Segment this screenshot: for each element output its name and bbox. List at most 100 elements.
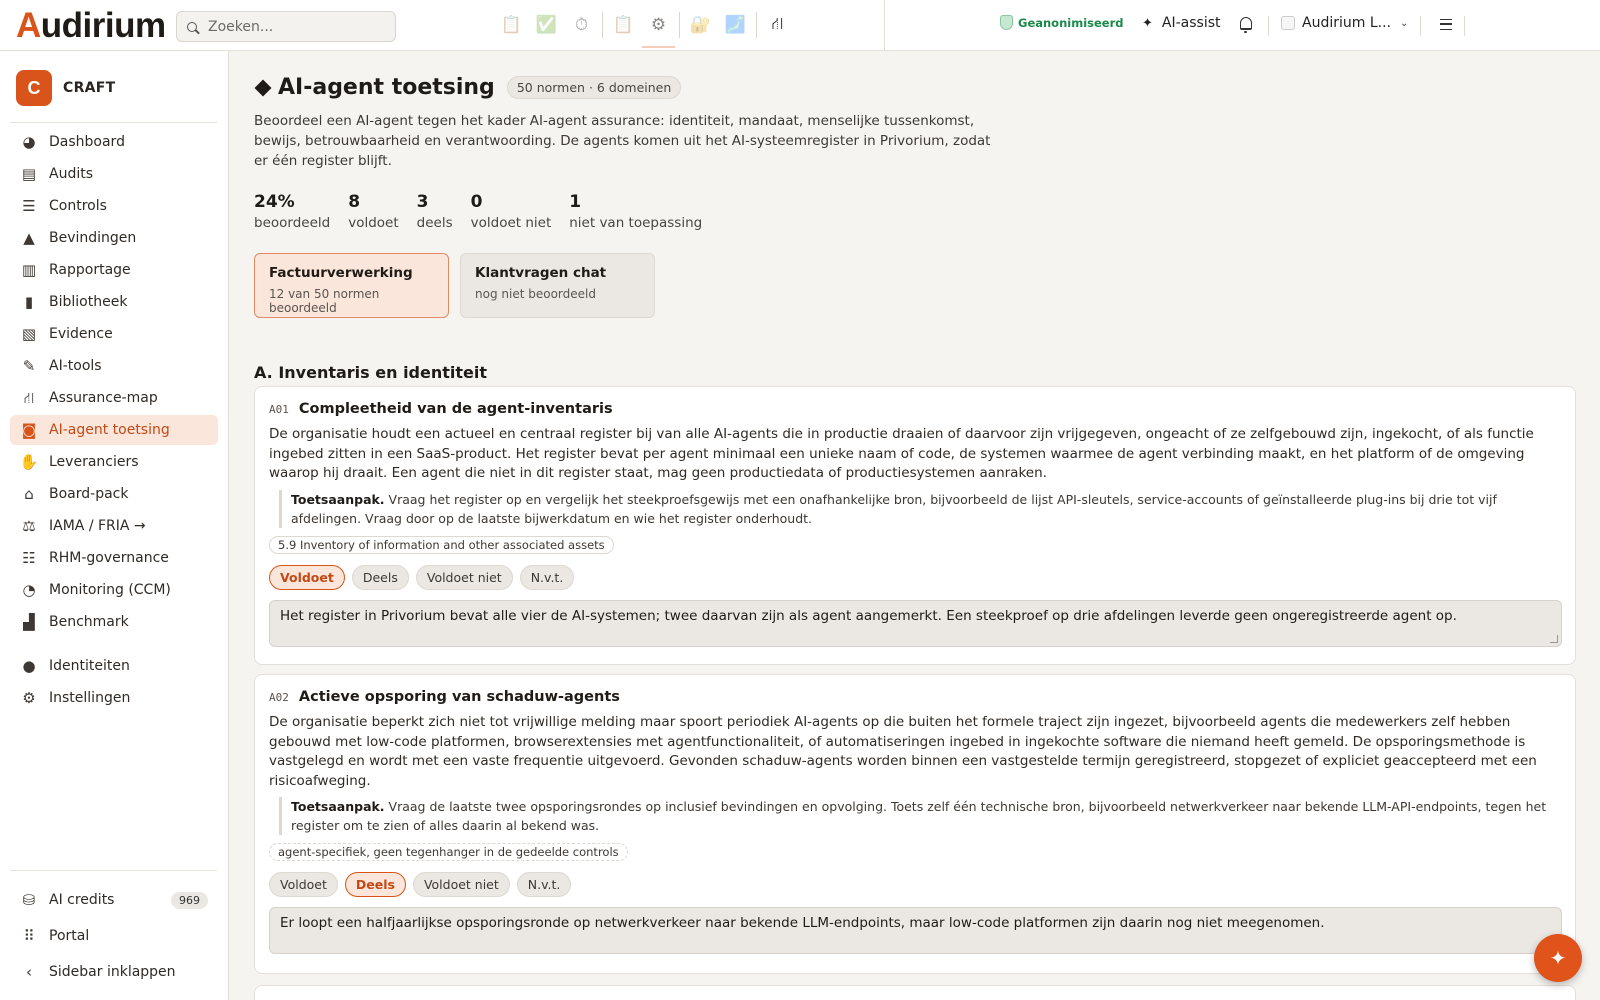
agent-card[interactable]: Klantvragen chat nog niet beoordeeld [460,253,655,318]
gauge-icon: ◔ [22,580,36,599]
verdict-button[interactable]: Voldoet [269,872,338,897]
mode-button[interactable]: ✅ [529,0,564,50]
sidebar-item-controls[interactable]: ☰ Controls [10,191,218,221]
stat-label: voldoet [348,215,399,231]
sidebar-item-bevindingen[interactable]: ▲ Bevindingen [10,223,218,253]
anonymized-status[interactable]: Geanonimiseerd [1000,15,1124,30]
network-icon: ⛙ [23,388,35,407]
norms-count-badge: 50 normen · 6 domeinen [506,76,682,99]
stat-label: beoordeeld [254,215,331,231]
sidebar-item-sidebar-inklappen[interactable]: ‹ Sidebar inklappen [10,955,218,989]
network-icon: ⛙ [771,14,784,34]
assessment-note-field[interactable]: Het register in Privorium bevat alle vie… [269,599,1562,647]
sidebar-item-rhm-governance[interactable]: ☷ RHM-governance [10,543,218,573]
stat-item: 1 niet van toepassing [569,192,702,231]
stopwatch-icon: ⏱ [574,15,589,35]
sidebar-item-instellingen[interactable]: ⚙ Instellingen [10,683,218,713]
sidebar-item-benchmark[interactable]: ▟ Benchmark [10,607,218,637]
assessment-note-field[interactable]: Er loopt een halfjaarlijkse opsporingsro… [269,907,1562,954]
image-icon: 🗾 [724,15,747,35]
sidebar-item-identiteiten[interactable]: ● Identiteiten [10,651,218,681]
bell-icon[interactable] [1240,17,1252,33]
sidebar-item-bibliotheek[interactable]: ▮ Bibliotheek [10,287,218,317]
stat-item: 24% beoordeeld [254,192,330,231]
shield-icon [1000,15,1013,30]
sidebar-item-label: Board-pack [49,486,129,502]
account-label: Audirium L... [1302,15,1391,31]
stat-item: 0 voldoet niet [471,192,552,231]
verdict-button[interactable]: Deels [351,564,409,590]
verdict-button[interactable]: Voldoet [269,564,345,590]
gear-icon: ⚙ [22,688,36,707]
search-input[interactable] [208,18,378,35]
account-switcher[interactable]: Audirium L... ⌄ [1281,15,1408,31]
sidebar-item-leveranciers[interactable]: ✋ Leveranciers [10,447,218,477]
stat-item: 3 deels [417,192,453,231]
mode-button[interactable]: ⛙ [760,0,795,50]
sidebar-item-iama-fria[interactable]: ⚖ IAMA / FRIA → [10,511,218,541]
sidebar-item-label: Benchmark [49,614,129,630]
stat-value: 1 [569,192,582,212]
sidebar-item-label: Monitoring (CCM) [49,582,171,598]
ai-assist-label: AI-assist [1161,15,1221,31]
sidebar-item-board-pack[interactable]: ⌂ Board-pack [10,479,218,509]
mode-button[interactable]: ⚙ [641,0,676,50]
ai-fab-button[interactable]: ✦ [1534,934,1582,982]
mode-button[interactable]: 📋 [606,0,641,50]
verdict-button[interactable]: N.v.t. [516,872,572,897]
test-approach: Toetsaanpak. Vraag de laatste twee opspo… [279,797,1561,835]
sidebar-bottom: ⛁ AI credits 969 ⠿ Portal ‹ Sidebar inklappen [10,883,218,991]
page-intro: Beoordeel een AI-agent tegen het kader A… [254,113,991,169]
norm-title: Compleetheid van de agent-inventaris [298,401,613,417]
audirium-logo[interactable]: Audirium [16,6,166,46]
sidebar-item-label: Assurance-map [49,390,158,406]
sidebar-item-rapportage[interactable]: ▥ Rapportage [10,255,218,285]
chevron-left-icon: ‹ [26,962,32,981]
search-box[interactable] [176,11,396,42]
sidebar-item-audits[interactable]: ▤ Audits [10,159,218,189]
grid-icon: ⠿ [23,926,35,945]
clipboard-icon: 📋 [500,15,523,35]
sidebar-item-ai-credits[interactable]: ⛁ AI credits 969 [10,883,218,917]
mode-button[interactable]: ⏱ [564,0,599,50]
workspace-avatar: C [16,70,52,106]
stat-value: 8 [348,192,361,212]
workspace-selector[interactable]: C CRAFT [16,70,116,106]
agent-card[interactable]: Factuurverwerking 12 van 50 normen beoord… [254,253,449,318]
mode-button[interactable]: 🔐 [683,0,718,50]
agent-name: Factuurverwerking [269,265,413,281]
verdict-button[interactable]: Deels [344,872,406,897]
sidebar-item-portal[interactable]: ⠿ Portal [10,919,218,953]
mode-button[interactable]: 📋 [494,0,529,50]
sidebar-item-ai-agent-toetsing[interactable]: ◙ AI-agent toetsing [10,415,218,445]
sidebar-item-assurance-map[interactable]: ⛙ Assurance-map [10,383,218,413]
sidebar-item-label: Bevindingen [49,230,137,246]
sidebar-item-label: AI-agent toetsing [49,422,170,438]
sidebar-item-ai-tools[interactable]: ✎ AI-tools [10,351,218,381]
stat-value: 3 [416,192,429,212]
sidebar-item-dashboard[interactable]: ◕ Dashboard [10,127,218,157]
mode-separator [679,12,680,38]
verdict-button[interactable]: Voldoet niet [415,564,513,590]
magic-wand-icon: ✎ [22,356,36,375]
sidebar-item-evidence[interactable]: ▧ Evidence [10,319,218,349]
verdict-button[interactable]: Voldoet niet [412,872,510,897]
reference-row: agent-specifiek, geen tegenhanger in de … [269,835,1561,861]
norm-description: De organisatie houdt een actueel en cent… [269,426,1534,481]
lock-icon: 🔐 [689,15,712,35]
norm-card: A01 Compleetheid van de agent-inventaris D… [254,386,1576,665]
norm-header: A01 Compleetheid van de agent-inventaris [269,401,1561,417]
bank-icon: ⌂ [24,484,34,503]
menu-icon[interactable] [1440,19,1452,30]
check-icon: ✅ [535,15,558,35]
warning-icon: ▲ [23,228,35,247]
sidebar-item-monitoring-ccm[interactable]: ◔ Monitoring (CCM) [10,575,218,605]
sidebar-item-label: Identiteiten [49,658,130,674]
topbar-divider [884,0,885,50]
podium-icon: ▟ [23,612,35,631]
mode-button[interactable]: 🗾 [718,0,753,50]
sidebar-item-label: Instellingen [49,690,131,706]
ai-assist-button[interactable]: ✦ AI-assist [1142,15,1221,31]
verdict-button[interactable]: N.v.t. [519,564,575,590]
